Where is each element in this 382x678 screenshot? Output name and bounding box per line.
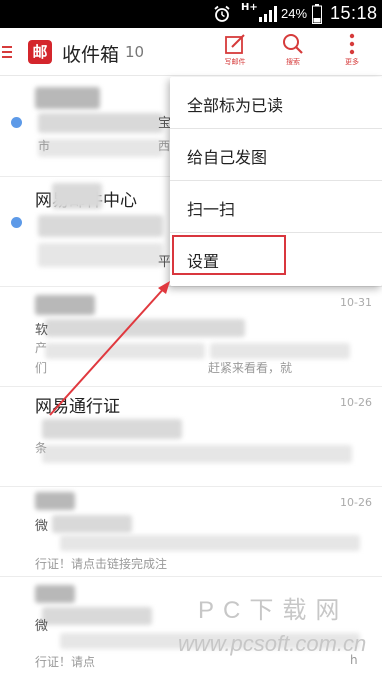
mail-item[interactable]: 网易通行证 10-26 条	[0, 387, 382, 487]
blurred-preview	[38, 139, 163, 157]
mail-app-screen: H+ 24% 15:18 邮 收件箱 10 写邮件 搜索 更多 宝 市 西 平 …	[0, 0, 382, 678]
unread-dot	[11, 117, 22, 128]
app-bar: 邮 收件箱 10 写邮件 搜索 更多	[0, 28, 382, 76]
blurred-overlay	[52, 183, 102, 209]
compose-label: 写邮件	[224, 58, 246, 66]
text-fragment: 市	[38, 139, 51, 153]
menu-item-label: 给自己发图	[187, 148, 268, 167]
blurred-subject	[38, 113, 163, 133]
more-label: 更多	[345, 58, 359, 66]
mail-item[interactable]: 10-26 微 行证！请点击链接完成注	[0, 487, 382, 577]
text-fragment: 赶紧来看看，就	[208, 361, 293, 375]
blurred-subject	[42, 419, 182, 439]
text-fragment: 行证！请点击链接完成注	[35, 557, 168, 571]
watermark-url: www.pcsoft.com.cn	[178, 631, 367, 656]
search-label: 搜索	[286, 58, 300, 66]
mail-date: 10-26	[340, 396, 372, 409]
menu-item-mark-all-read[interactable]: 全部标为已读	[170, 77, 382, 129]
unread-dot	[11, 217, 22, 228]
blurred-sender	[35, 492, 75, 510]
mail-item[interactable]: 10-31 软 产 们 赶紧来看看，就	[0, 287, 382, 387]
status-bar: H+ 24% 15:18	[0, 0, 382, 28]
more-vertical-icon	[349, 33, 355, 55]
text-fragment: 们	[35, 361, 48, 375]
blurred-sender	[35, 295, 95, 315]
battery-percent: 24%	[281, 6, 308, 21]
page-title: 收件箱	[62, 44, 120, 66]
compose-button[interactable]: 写邮件	[218, 33, 252, 73]
menu-item-label: 扫一扫	[187, 200, 236, 219]
menu-item-send-photo-to-self[interactable]: 给自己发图	[170, 129, 382, 181]
blurred-subject	[42, 607, 152, 625]
menu-icon[interactable]	[2, 45, 12, 59]
mail-logo-icon: 邮	[28, 40, 52, 64]
menu-item-label: 全部标为已读	[187, 96, 284, 115]
blurred-subject	[45, 319, 245, 337]
mail-date: 10-26	[340, 496, 372, 509]
blurred-subject	[38, 215, 163, 237]
blurred-preview	[45, 343, 205, 359]
blurred-preview	[210, 343, 350, 359]
text-fragment: 行证！请点	[35, 655, 96, 669]
battery-icon	[312, 4, 322, 24]
blurred-subject	[52, 515, 132, 533]
network-type: H+	[241, 2, 258, 13]
signal-icon	[259, 6, 277, 22]
search-button[interactable]: 搜索	[276, 33, 310, 73]
watermark-logo-text: PC下载网	[198, 597, 349, 624]
text-fragment: 微	[35, 519, 49, 534]
blurred-sender	[35, 585, 75, 603]
mail-date: 10-31	[340, 296, 372, 309]
inbox-count: 10	[125, 43, 145, 61]
blurred-preview	[60, 535, 360, 551]
mail-sender: 网易通行证	[35, 397, 120, 417]
menu-item-scan[interactable]: 扫一扫	[170, 181, 382, 233]
alarm-icon	[214, 5, 230, 22]
clock-time: 15:18	[330, 3, 378, 23]
blurred-sender	[35, 87, 100, 109]
text-fragment: 产	[35, 341, 48, 355]
settings-highlight-box	[172, 235, 286, 275]
text-fragment: 条	[35, 441, 48, 455]
blurred-preview	[38, 243, 163, 267]
text-fragment: 软	[35, 323, 49, 338]
text-fragment: 微	[35, 619, 49, 634]
compose-icon	[225, 34, 245, 54]
blurred-preview	[42, 445, 352, 463]
search-icon	[283, 34, 303, 54]
more-button[interactable]: 更多	[335, 33, 369, 73]
text-fragment: 西	[158, 139, 171, 153]
